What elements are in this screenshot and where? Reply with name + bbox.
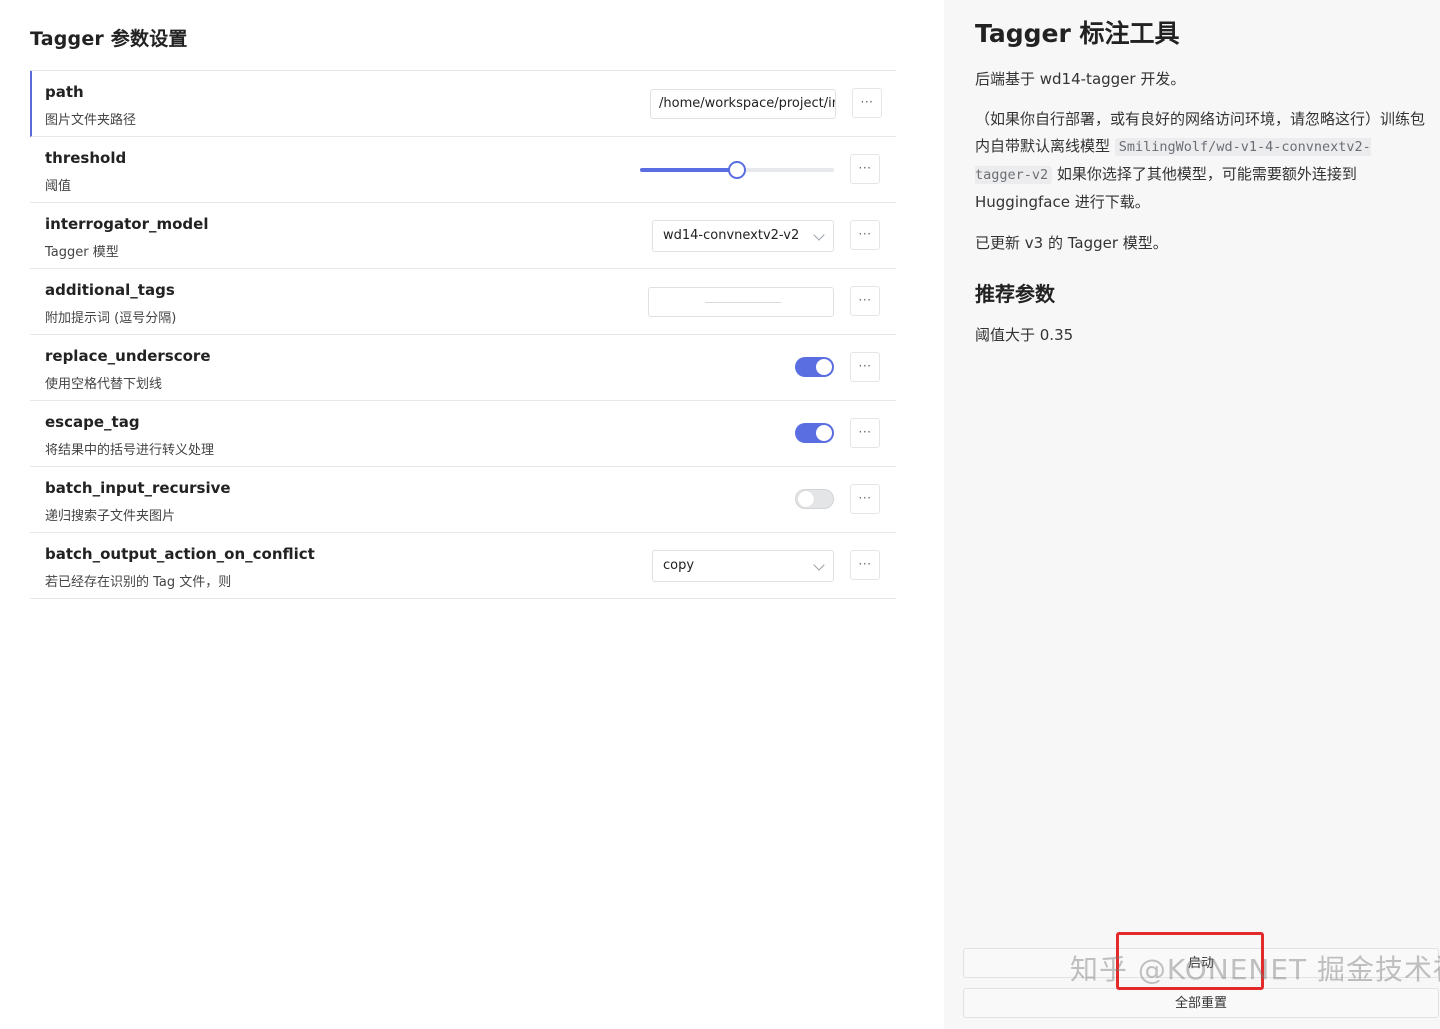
toggle-knob: [816, 425, 832, 441]
slider-thumb[interactable]: [728, 161, 746, 179]
select-value: wd14-convnextv2-v2: [663, 228, 800, 243]
setting-name: escape_tag: [45, 413, 140, 431]
batch-output-action-on-conflict-select[interactable]: copy: [652, 550, 834, 582]
doc-paragraph-offline-model: （如果你自行部署，或有良好的网络访问环境，请忽略这行）训练包内自带默认离线模型 …: [975, 106, 1427, 216]
setting-description: Tagger 模型: [45, 245, 119, 260]
more-options-button[interactable]: ···: [850, 286, 880, 316]
watermark: 知乎 @KONENET 掘金技术社区 @ KONENET: [1070, 953, 1440, 986]
setting-name: path: [45, 83, 84, 101]
setting-description: 递归搜索子文件夹图片: [45, 509, 176, 524]
replace-underscore-toggle[interactable]: [795, 357, 834, 377]
setting-name: additional_tags: [45, 281, 175, 299]
setting-description: 附加提示词 (逗号分隔): [45, 311, 177, 326]
toggle-knob: [816, 359, 832, 375]
interrogator-model-select[interactable]: wd14-convnextv2-v2: [652, 220, 834, 252]
more-options-button[interactable]: ···: [850, 484, 880, 514]
doc-title: Tagger 标注工具: [975, 19, 1180, 48]
setting-row-batch-input-recursive: batch_input_recursive 递归搜索子文件夹图片 ···: [30, 467, 896, 533]
threshold-slider[interactable]: [640, 161, 834, 179]
chevron-down-icon: [813, 559, 825, 571]
setting-description: 将结果中的括号进行转义处理: [45, 443, 215, 458]
escape-tag-toggle[interactable]: [795, 423, 834, 443]
more-options-button[interactable]: ···: [850, 154, 880, 184]
settings-list: path 图片文件夹路径/home/workspace/project/im ···…: [30, 70, 896, 599]
doc-section-heading: 推荐参数: [975, 282, 1055, 306]
setting-description: 阈值: [45, 179, 72, 194]
setting-row-additional-tags: additional_tags 附加提示词 (逗号分隔) ···: [30, 269, 896, 335]
setting-name: replace_underscore: [45, 347, 211, 365]
slider-fill: [640, 168, 737, 172]
setting-name: batch_output_action_on_conflict: [45, 545, 315, 563]
chevron-down-icon: [813, 229, 825, 241]
setting-row-escape-tag: escape_tag 将结果中的括号进行转义处理 ···: [30, 401, 896, 467]
toggle-knob: [798, 491, 814, 507]
setting-name: interrogator_model: [45, 215, 209, 233]
settings-panel: Tagger 参数设置 path 图片文件夹路径/home/workspace/p…: [0, 0, 944, 1029]
input-placeholder-line: [705, 302, 781, 303]
more-options-button[interactable]: ···: [850, 550, 880, 580]
settings-title: Tagger 参数设置: [30, 28, 188, 50]
more-options-button[interactable]: ···: [850, 352, 880, 382]
setting-name: threshold: [45, 149, 127, 167]
additional-tags-input[interactable]: [648, 287, 834, 317]
setting-row-interrogator-model: interrogator_model Tagger 模型 wd14-convnext…: [30, 203, 896, 269]
batch-input-recursive-toggle[interactable]: [795, 489, 834, 509]
reset-all-button[interactable]: 全部重置: [963, 988, 1439, 1018]
setting-row-threshold: threshold 阈值 ···: [30, 137, 896, 203]
doc-paragraph-update: 已更新 v3 的 Tagger 模型。: [975, 234, 1168, 252]
setting-row-replace-underscore: replace_underscore 使用空格代替下划线 ···: [30, 335, 896, 401]
setting-row-batch-output-action-on-conflict: batch_output_action_on_conflict 若已经存在识别的 …: [30, 533, 896, 599]
path-input[interactable]: /home/workspace/project/im: [650, 89, 836, 119]
more-options-button[interactable]: ···: [850, 220, 880, 250]
doc-panel: Tagger 标注工具 后端基于 wd14-tagger 开发。 （如果你自行部…: [944, 0, 1440, 1029]
setting-description: 图片文件夹路径: [45, 113, 137, 128]
setting-description: 使用空格代替下划线: [45, 377, 163, 392]
doc-paragraph-backend: 后端基于 wd14-tagger 开发。: [975, 70, 1186, 88]
setting-description: 若已经存在识别的 Tag 文件，则: [45, 575, 232, 590]
select-value: copy: [663, 558, 695, 573]
doc-paragraph-recommend: 阈值大于 0.35: [975, 326, 1074, 344]
setting-name: batch_input_recursive: [45, 479, 231, 497]
setting-row-path: path 图片文件夹路径/home/workspace/project/im ···: [30, 71, 896, 137]
more-options-button[interactable]: ···: [852, 88, 882, 118]
more-options-button[interactable]: ···: [850, 418, 880, 448]
